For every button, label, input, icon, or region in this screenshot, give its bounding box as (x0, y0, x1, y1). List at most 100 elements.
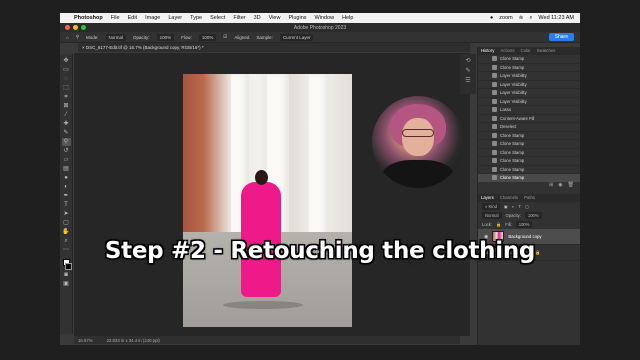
delete-state-trash-icon[interactable]: 🗑 (568, 182, 574, 190)
menu-window[interactable]: Window (315, 15, 335, 21)
quick-mask-icon[interactable]: ◙ (62, 271, 71, 279)
list-item[interactable]: Layer Visibility (478, 81, 580, 89)
healing-brush-tool-icon[interactable]: ✚ (62, 120, 71, 128)
clone-stamp-history-icon (492, 158, 497, 164)
document-tab[interactable]: × DSC_6177-Edit.tif @ 16.7% (Background … (78, 43, 470, 52)
photo-image[interactable] (183, 74, 352, 327)
gradient-tool-icon[interactable]: ▤ (62, 165, 71, 173)
filter-pixel-icon[interactable]: ▣ (504, 204, 508, 209)
menu-type[interactable]: Type (190, 15, 202, 21)
menu-help[interactable]: Help (342, 15, 353, 21)
clone-stamp-preset-icon[interactable]: ⚲ (76, 34, 79, 40)
window-title-bar: Adobe Photoshop 2023 (60, 23, 580, 32)
pen-tool-icon[interactable]: ✒ (62, 192, 71, 200)
artboard-tool-icon[interactable]: ▭ (62, 66, 71, 74)
minimize-window-button[interactable] (73, 25, 78, 30)
list-item[interactable]: Deselect (478, 123, 580, 132)
properties-icon[interactable]: ☰ (465, 77, 470, 84)
list-item[interactable]: Clone Stamp (478, 157, 580, 166)
search-icon[interactable]: ⌕ (529, 15, 532, 22)
object-select-tool-icon[interactable]: ⬚ (62, 84, 71, 92)
list-item[interactable]: Layer Visibility (478, 89, 580, 98)
layer-kind-filter[interactable]: ⌕ Kind (482, 203, 500, 210)
menu-3d[interactable]: 3D (254, 15, 261, 21)
tab-actions[interactable]: Actions (500, 48, 514, 54)
list-item[interactable]: Clone Stamp (478, 174, 580, 182)
tab-swatches[interactable]: Swatches (537, 48, 556, 54)
screen-mode-icon[interactable]: ▣ (62, 280, 71, 288)
filter-type-icon[interactable]: T (518, 204, 521, 209)
zoom-status[interactable]: 16.67% (78, 338, 93, 343)
dodge-tool-icon[interactable]: ◐ (62, 183, 71, 191)
blur-tool-icon[interactable]: ● (62, 174, 71, 182)
fill-input[interactable]: 100% (515, 221, 533, 228)
opacity-input[interactable]: 100% (156, 33, 175, 41)
list-item[interactable]: Lasso (478, 106, 580, 115)
layer-visibility-history-icon (492, 90, 497, 96)
app-menu[interactable]: Photoshop (74, 15, 103, 21)
brush-tool-icon[interactable]: ✎ (62, 129, 71, 137)
blend-mode-select[interactable]: Normal (482, 212, 502, 219)
tab-paths[interactable]: Paths (524, 195, 535, 201)
history-brush-tool-icon[interactable]: ↺ (62, 147, 71, 155)
clock[interactable]: Wed 11:23 AM (538, 15, 574, 21)
snapshot-camera-icon[interactable]: ◉ (558, 182, 562, 190)
flow-input[interactable]: 100% (198, 33, 217, 41)
lasso-tool-icon[interactable]: ◌ (62, 75, 71, 83)
lock-icon[interactable]: 🔒 (496, 222, 501, 228)
document-size-status: 22.833 in x 34.4 in (240 ppi) (106, 337, 160, 343)
menu-view[interactable]: View (269, 15, 281, 21)
list-item[interactable]: Layer Visibility (478, 72, 580, 81)
frame-tool-icon[interactable]: ⊠ (62, 102, 71, 110)
home-icon[interactable]: ⌂ (66, 35, 69, 40)
eraser-tool-icon[interactable]: ▱ (62, 156, 71, 164)
document-canvas[interactable] (74, 53, 470, 336)
tab-color[interactable]: Color (520, 48, 530, 54)
history-panel-icon[interactable]: ⟲ (465, 57, 470, 64)
menu-edit[interactable]: Edit (128, 15, 137, 21)
tab-channels[interactable]: Channels (500, 195, 518, 201)
menu-select[interactable]: Select (210, 15, 225, 21)
menu-layer[interactable]: Layer (168, 15, 182, 21)
list-item[interactable]: Clone Stamp (478, 132, 580, 140)
zoom-label[interactable]: zoom (499, 15, 512, 21)
hand-tool-icon[interactable]: ✋ (62, 228, 71, 236)
background-color-swatch[interactable] (64, 263, 72, 270)
list-item[interactable]: Clone Stamp (478, 140, 580, 149)
type-tool-icon[interactable]: T (62, 201, 71, 209)
path-select-tool-icon[interactable]: ➤ (62, 210, 71, 218)
filter-adjust-icon[interactable]: ◐ (512, 204, 515, 209)
zoom-window-button[interactable] (81, 25, 86, 30)
tab-layers[interactable]: Layers (481, 195, 494, 201)
new-document-from-state-icon[interactable]: ⊞ (549, 182, 553, 190)
list-item[interactable]: Layer Visibility (478, 98, 580, 106)
shape-tool-icon[interactable]: ▢ (62, 219, 71, 227)
eyedropper-tool-icon[interactable]: ⁄ (62, 111, 71, 119)
sample-select[interactable]: Current Layer (279, 33, 314, 41)
history-item-label: Lasso (500, 107, 512, 113)
list-item[interactable]: Clone Stamp (478, 166, 580, 174)
brush-settings-icon[interactable]: ✎ (465, 67, 470, 74)
list-item[interactable]: Clone Stamp (478, 64, 580, 72)
wifi-icon[interactable]: ≋ (519, 15, 524, 21)
list-item[interactable]: Clone Stamp (478, 149, 580, 157)
close-window-button[interactable] (65, 25, 70, 30)
list-item[interactable]: Content-Aware Fill (478, 115, 580, 123)
menu-file[interactable]: File (111, 15, 120, 21)
layer-opacity-input[interactable]: 100% (524, 212, 542, 219)
menu-filter[interactable]: Filter (233, 15, 245, 21)
menu-plugins[interactable]: Plugins (288, 15, 306, 21)
clone-stamp-tool-icon[interactable]: ⚲ (61, 138, 71, 146)
filter-shape-icon[interactable]: ▢ (525, 204, 529, 209)
aligned-checkbox-icon[interactable]: ☑ (223, 34, 227, 40)
share-button[interactable]: Share (548, 33, 574, 41)
record-icon[interactable]: ● (490, 15, 493, 21)
history-panel-tabs: History Actions Color Swatches (478, 47, 580, 55)
move-tool-icon[interactable]: ✥ (62, 57, 71, 65)
crop-tool-icon[interactable]: ⌗ (62, 93, 71, 101)
tab-history[interactable]: History (481, 48, 494, 54)
mode-label: Mode: (86, 34, 99, 40)
list-item[interactable]: Clone Stamp (478, 55, 580, 64)
mode-select[interactable]: Normal (105, 33, 127, 41)
menu-image[interactable]: Image (145, 15, 160, 21)
